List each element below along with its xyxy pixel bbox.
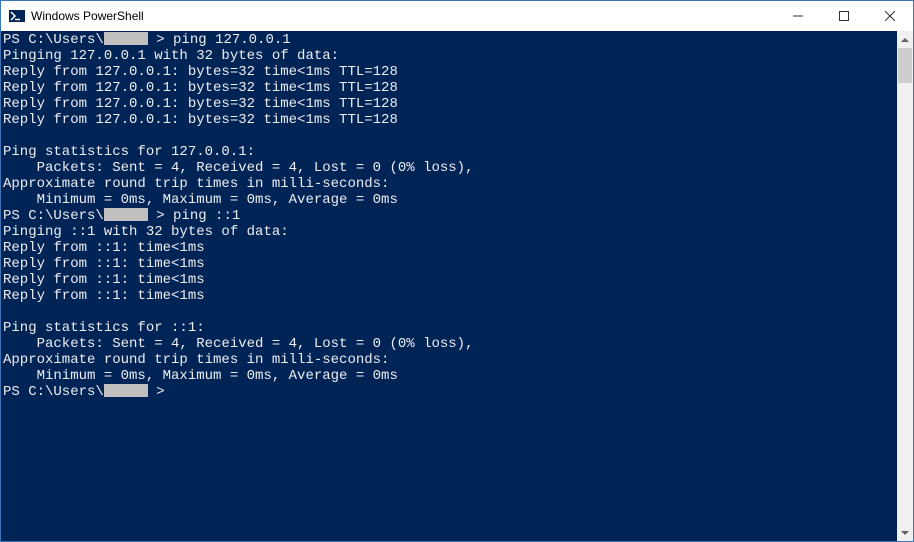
terminal-text: Approximate round trip times in milli-se… bbox=[3, 176, 389, 192]
terminal-line: Reply from 127.0.0.1: bytes=32 time<1ms … bbox=[3, 80, 895, 96]
terminal-text: Reply from 127.0.0.1: bytes=32 time<1ms … bbox=[3, 96, 398, 112]
terminal-line: Minimum = 0ms, Maximum = 0ms, Average = … bbox=[3, 368, 895, 384]
terminal-line: Approximate round trip times in milli-se… bbox=[3, 176, 895, 192]
terminal-text: Reply from 127.0.0.1: bytes=32 time<1ms … bbox=[3, 64, 398, 80]
redacted-username bbox=[104, 208, 148, 221]
powershell-icon bbox=[9, 8, 25, 24]
vertical-scrollbar[interactable] bbox=[897, 31, 913, 541]
terminal-text: PS C:\Users\ bbox=[3, 32, 104, 48]
scroll-up-button[interactable] bbox=[897, 31, 913, 48]
terminal-line: Minimum = 0ms, Maximum = 0ms, Average = … bbox=[3, 192, 895, 208]
terminal-text: > ping 127.0.0.1 bbox=[148, 32, 291, 48]
terminal-text: > bbox=[148, 384, 165, 400]
terminal-line: Reply from ::1: time<1ms bbox=[3, 272, 895, 288]
terminal-text: Reply from ::1: time<1ms bbox=[3, 288, 205, 304]
terminal-text: Minimum = 0ms, Maximum = 0ms, Average = … bbox=[3, 192, 398, 208]
terminal-text: PS C:\Users\ bbox=[3, 384, 104, 400]
terminal-line bbox=[3, 128, 895, 144]
terminal-line: Pinging 127.0.0.1 with 32 bytes of data: bbox=[3, 48, 895, 64]
terminal-line: Reply from ::1: time<1ms bbox=[3, 288, 895, 304]
terminal-text: PS C:\Users\ bbox=[3, 208, 104, 224]
terminal-text: Reply from ::1: time<1ms bbox=[3, 272, 205, 288]
close-button[interactable] bbox=[867, 1, 913, 31]
chevron-up-icon bbox=[901, 38, 909, 42]
terminal-line: Ping statistics for ::1: bbox=[3, 320, 895, 336]
terminal-text: Reply from 127.0.0.1: bytes=32 time<1ms … bbox=[3, 80, 398, 96]
terminal-text: Pinging 127.0.0.1 with 32 bytes of data: bbox=[3, 48, 339, 64]
terminal-text: Packets: Sent = 4, Received = 4, Lost = … bbox=[3, 160, 473, 176]
redacted-username bbox=[104, 32, 148, 45]
terminal-text: Reply from ::1: time<1ms bbox=[3, 256, 205, 272]
terminal-line: Packets: Sent = 4, Received = 4, Lost = … bbox=[3, 336, 895, 352]
redacted-username bbox=[104, 384, 148, 397]
terminal-line: Ping statistics for 127.0.0.1: bbox=[3, 144, 895, 160]
terminal-text: Approximate round trip times in milli-se… bbox=[3, 352, 389, 368]
window-title: Windows PowerShell bbox=[31, 9, 775, 23]
window-controls bbox=[775, 1, 913, 31]
terminal-text: Minimum = 0ms, Maximum = 0ms, Average = … bbox=[3, 368, 398, 384]
terminal-line: Reply from 127.0.0.1: bytes=32 time<1ms … bbox=[3, 64, 895, 80]
powershell-window: Windows PowerShell PS C:\Users\ > ping 1… bbox=[0, 0, 914, 542]
scroll-down-button[interactable] bbox=[897, 524, 913, 541]
chevron-down-icon bbox=[901, 531, 909, 535]
terminal-wrapper: PS C:\Users\ > ping 127.0.0.1Pinging 127… bbox=[1, 31, 913, 541]
terminal-line: PS C:\Users\ > ping 127.0.0.1 bbox=[3, 32, 895, 48]
minimize-icon bbox=[793, 11, 803, 21]
terminal-text: Ping statistics for 127.0.0.1: bbox=[3, 144, 255, 160]
terminal-line: Pinging ::1 with 32 bytes of data: bbox=[3, 224, 895, 240]
terminal-text: Packets: Sent = 4, Received = 4, Lost = … bbox=[3, 336, 473, 352]
terminal-output[interactable]: PS C:\Users\ > ping 127.0.0.1Pinging 127… bbox=[1, 31, 897, 541]
terminal-line: Reply from ::1: time<1ms bbox=[3, 240, 895, 256]
terminal-line: PS C:\Users\ > bbox=[3, 384, 895, 400]
close-icon bbox=[885, 11, 895, 21]
terminal-line: Reply from ::1: time<1ms bbox=[3, 256, 895, 272]
terminal-line: PS C:\Users\ > ping ::1 bbox=[3, 208, 895, 224]
terminal-text: Reply from 127.0.0.1: bytes=32 time<1ms … bbox=[3, 112, 398, 128]
minimize-button[interactable] bbox=[775, 1, 821, 31]
terminal-text: > ping ::1 bbox=[148, 208, 240, 224]
terminal-line: Approximate round trip times in milli-se… bbox=[3, 352, 895, 368]
terminal-line: Reply from 127.0.0.1: bytes=32 time<1ms … bbox=[3, 112, 895, 128]
terminal-line: Reply from 127.0.0.1: bytes=32 time<1ms … bbox=[3, 96, 895, 112]
maximize-icon bbox=[839, 11, 849, 21]
terminal-line: Packets: Sent = 4, Received = 4, Lost = … bbox=[3, 160, 895, 176]
terminal-text: Reply from ::1: time<1ms bbox=[3, 240, 205, 256]
maximize-button[interactable] bbox=[821, 1, 867, 31]
scrollbar-track[interactable] bbox=[897, 48, 913, 524]
terminal-line bbox=[3, 304, 895, 320]
titlebar[interactable]: Windows PowerShell bbox=[1, 1, 913, 31]
terminal-text: Ping statistics for ::1: bbox=[3, 320, 205, 336]
terminal-text: Pinging ::1 with 32 bytes of data: bbox=[3, 224, 289, 240]
scrollbar-thumb[interactable] bbox=[898, 48, 912, 83]
